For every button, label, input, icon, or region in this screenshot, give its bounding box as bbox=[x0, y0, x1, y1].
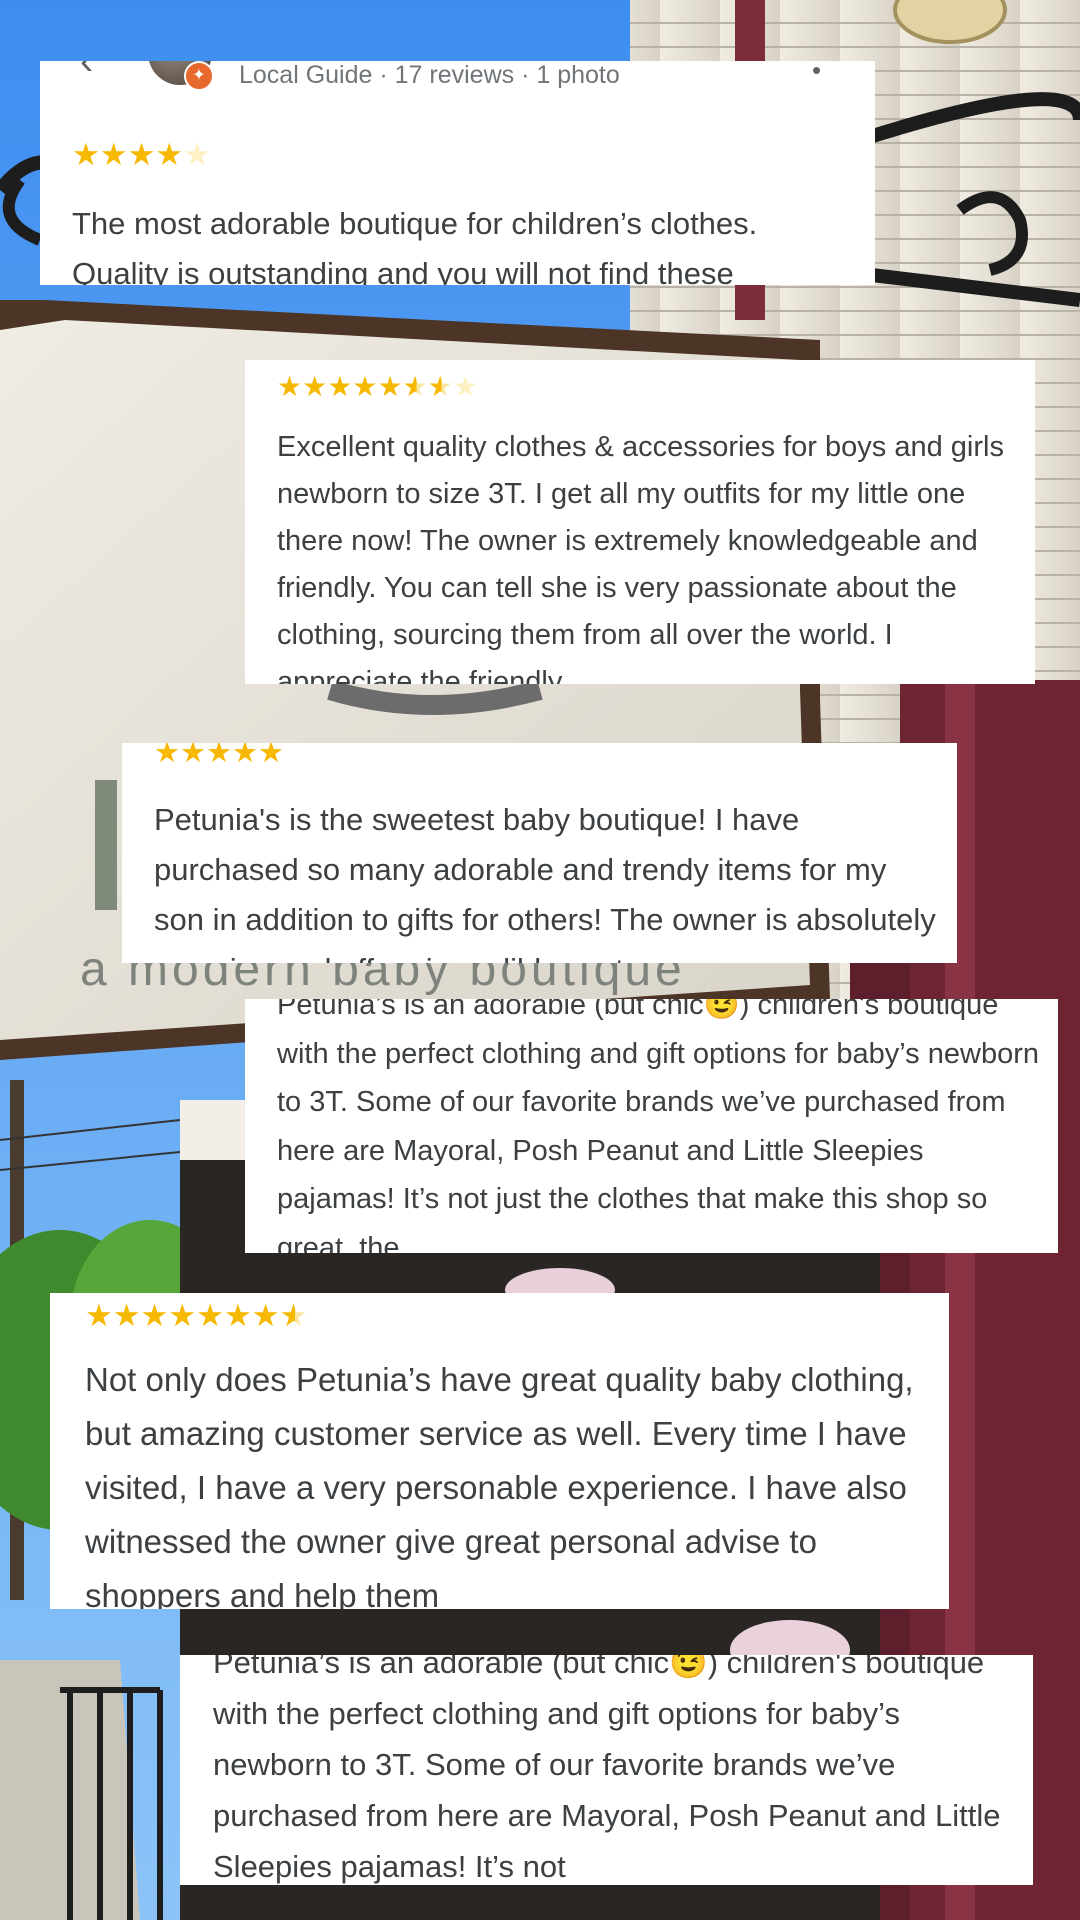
star-icon: ★ bbox=[180, 743, 206, 769]
star-icon: ★ bbox=[279, 1298, 308, 1333]
star-icon: ★ bbox=[427, 371, 453, 402]
star-icon: ★ bbox=[196, 1298, 224, 1333]
back-arrow-icon[interactable]: ‹ bbox=[80, 61, 93, 84]
review-card-4[interactable]: Petunia’s is an adorable (but chic😉) chi… bbox=[245, 999, 1058, 1253]
star-icon: ★ bbox=[206, 743, 232, 769]
star-icon: ★ bbox=[277, 371, 303, 402]
star-icon: ★ bbox=[127, 137, 156, 172]
star-rating: ★★★★★ bbox=[154, 743, 284, 768]
review-card-6[interactable]: Petunia’s is an adorable (but chic😉) chi… bbox=[180, 1655, 1033, 1885]
star-rating: ★★★★★ bbox=[72, 139, 211, 170]
star-icon: ★ bbox=[402, 371, 428, 402]
local-guide-badge-icon: ✦ bbox=[184, 61, 214, 91]
star-icon: ★ bbox=[168, 1298, 197, 1333]
review-card-5[interactable]: ★★★★★★★★ Not only does Petunia’s have gr… bbox=[50, 1293, 949, 1609]
star-icon: ★ bbox=[258, 743, 284, 769]
star-icon: ★ bbox=[232, 743, 258, 769]
star-icon: ★ bbox=[112, 1298, 141, 1333]
star-icon: ★ bbox=[155, 137, 184, 172]
star-icon: ★ bbox=[183, 137, 211, 172]
star-icon: ★ bbox=[352, 371, 378, 402]
star-icon: ★ bbox=[72, 137, 100, 172]
more-vert-icon[interactable]: • bbox=[812, 61, 821, 86]
review-text: Excellent quality clothes & accessories … bbox=[277, 431, 1004, 684]
star-icon: ★ bbox=[140, 1298, 169, 1333]
star-rating: ★★★★★★★★ bbox=[85, 1300, 307, 1331]
star-rating: ★★★★★★★★ bbox=[277, 373, 478, 401]
review-text: Petunia's is the sweetest baby boutique!… bbox=[154, 802, 936, 963]
review-card-2[interactable]: ★★★★★★★★ Excellent quality clothes & acc… bbox=[245, 360, 1035, 684]
star-icon: ★ bbox=[302, 371, 328, 402]
star-icon: ★ bbox=[327, 371, 353, 402]
star-icon: ★ bbox=[377, 371, 403, 402]
star-icon: ★ bbox=[251, 1298, 280, 1333]
review-text: Petunia’s is an adorable (but chic😉) chi… bbox=[213, 1655, 1001, 1884]
review-text: Not only does Petunia’s have great quali… bbox=[85, 1361, 914, 1609]
star-icon: ★ bbox=[154, 743, 180, 769]
star-icon: ★ bbox=[223, 1298, 252, 1333]
star-icon: ★ bbox=[452, 371, 478, 402]
star-icon: ★ bbox=[99, 137, 128, 172]
reviewer-meta: Local Guide · 17 reviews · 1 photo bbox=[239, 61, 620, 89]
review-card-1[interactable]: ‹ ✦ Local Guide · 17 reviews · 1 photo •… bbox=[40, 61, 875, 285]
review-text: The most adorable boutique for children’… bbox=[72, 206, 758, 285]
star-icon: ★ bbox=[85, 1298, 113, 1333]
review-card-3[interactable]: ★★★★★ Petunia's is the sweetest baby bou… bbox=[122, 743, 957, 963]
review-text: Petunia’s is an adorable (but chic😉) chi… bbox=[277, 999, 1039, 1253]
